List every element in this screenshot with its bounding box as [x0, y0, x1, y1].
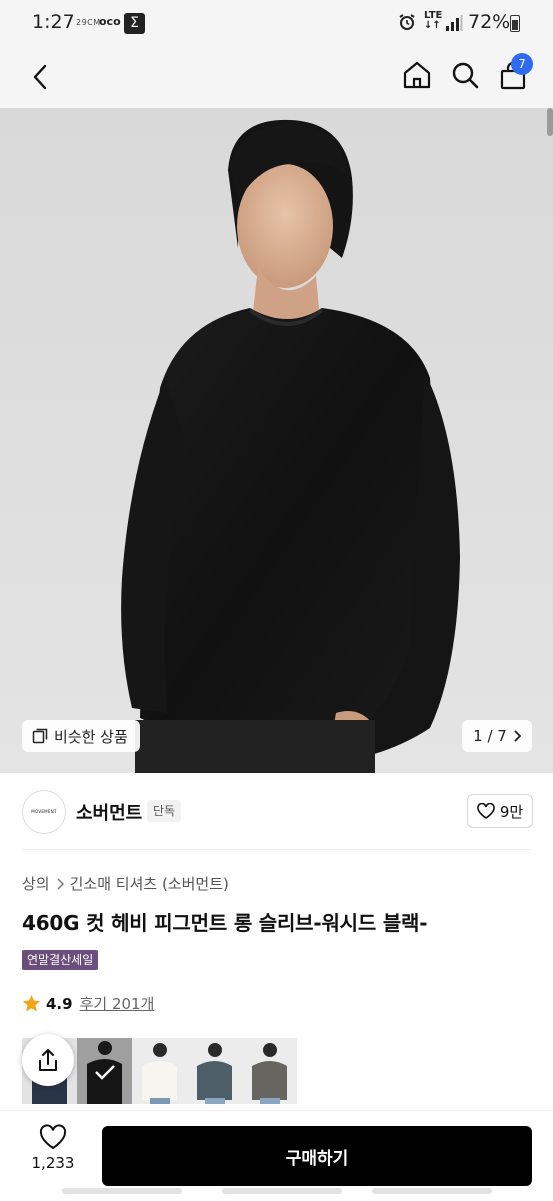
- exclusive-badge: 단독: [147, 800, 182, 822]
- brand-like-button[interactable]: 9만: [467, 794, 533, 828]
- alarm-icon: [398, 13, 416, 35]
- app-header: 7: [0, 48, 553, 108]
- chevron-left-icon: [33, 64, 47, 90]
- scroll-indicator[interactable]: [547, 108, 553, 136]
- home-indicator: [62, 1188, 492, 1194]
- cart-button[interactable]: 7: [497, 53, 533, 92]
- similar-products-button[interactable]: 비슷한 상품: [22, 720, 140, 752]
- image-pager[interactable]: 1 / 7: [462, 720, 532, 752]
- rating-summary: 4.9 후기 201개: [22, 993, 154, 1014]
- home-button[interactable]: [400, 58, 434, 92]
- search-button[interactable]: [448, 58, 482, 92]
- heart-icon: [477, 803, 495, 819]
- heart-icon: [39, 1124, 67, 1150]
- brand-name[interactable]: 소버먼트: [76, 799, 142, 825]
- buy-button[interactable]: 구매하기: [102, 1126, 532, 1186]
- sale-badge: 연말결산세일: [22, 950, 99, 970]
- network-label: LTE ↓↑: [424, 10, 443, 31]
- battery-icon: [510, 15, 520, 32]
- copy-icon: [32, 728, 48, 744]
- brand-like-count: 9만: [499, 802, 524, 821]
- wishlist-count: 1,233: [31, 1154, 75, 1172]
- status-small-text: 29CM: [76, 18, 101, 27]
- signal-icon: [445, 14, 463, 36]
- chevron-right-icon: [57, 877, 64, 890]
- breadcrumb-item[interactable]: 긴소매 티셔츠 (소버먼트): [70, 873, 229, 894]
- cart-count-badge: 7: [511, 53, 533, 75]
- brand-logo[interactable]: MOVEMENT: [22, 790, 66, 834]
- sigma-icon: Σ: [124, 13, 145, 34]
- battery-level: 72%: [468, 11, 511, 33]
- thumbnail[interactable]: [187, 1038, 242, 1104]
- breadcrumb-item[interactable]: 상의: [22, 873, 50, 894]
- status-bar: 1:27 29CM oco Σ LTE ↓↑ 72%: [0, 0, 553, 48]
- review-link[interactable]: 후기 201개: [80, 993, 155, 1014]
- model-photo: [121, 119, 460, 773]
- breadcrumb: 상의 긴소매 티셔츠 (소버먼트): [22, 873, 229, 894]
- star-icon: [22, 994, 41, 1012]
- share-icon: [39, 1049, 57, 1071]
- back-button[interactable]: [24, 60, 56, 94]
- thumbnail[interactable]: [242, 1038, 297, 1104]
- search-icon: [452, 62, 479, 89]
- chevron-right-icon: [514, 730, 521, 742]
- status-time: 1:27: [32, 11, 75, 33]
- thumbnail[interactable]: [132, 1038, 187, 1104]
- product-main-image[interactable]: [0, 108, 553, 773]
- similar-products-label: 비슷한 상품: [54, 727, 128, 746]
- home-icon: [403, 61, 431, 89]
- divider: [22, 849, 531, 850]
- wishlist-button[interactable]: 1,233: [22, 1124, 84, 1180]
- share-button[interactable]: [22, 1034, 74, 1086]
- page-indicator: 1 / 7: [473, 727, 507, 745]
- rating-value: 4.9: [46, 994, 73, 1013]
- product-title: 460G 컷 헤비 피그먼트 롱 슬리브-워시드 블랙-: [22, 911, 428, 935]
- thumbnail-selected[interactable]: [77, 1038, 132, 1104]
- status-app-label: oco: [99, 15, 121, 28]
